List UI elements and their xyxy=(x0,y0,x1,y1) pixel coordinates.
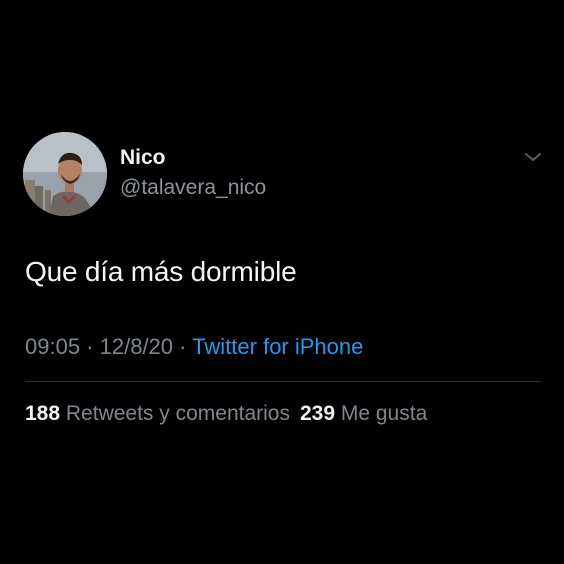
likes-label: Me gusta xyxy=(340,402,428,425)
tweet-text: Que día más dormible xyxy=(25,256,297,287)
divider xyxy=(25,381,541,382)
user-handle[interactable]: @talavera_nico xyxy=(120,176,266,200)
tweet-meta: 09:05 · 12/8/20 · Twitter for iPhone xyxy=(25,334,363,360)
display-name[interactable]: Nico xyxy=(120,146,166,170)
tweet-stats: 188 Retweets y comentarios 239 Me gusta xyxy=(25,401,427,427)
meta-separator-2: · xyxy=(173,334,193,359)
retweets-count: 188 xyxy=(25,402,61,425)
retweets-label: Retweets y comentarios xyxy=(65,402,290,425)
likes-count: 239 xyxy=(299,402,336,425)
profile-photo-icon xyxy=(23,132,107,216)
tweet-card: Nico @talavera_nico Que día más dormible… xyxy=(0,0,564,564)
tweet-source-link[interactable]: Twitter for iPhone xyxy=(192,334,363,359)
likes-stat[interactable]: 239 Me gusta xyxy=(300,402,427,425)
tweet-time: 09:05 xyxy=(25,334,81,359)
retweets-stat[interactable]: 188 Retweets y comentarios xyxy=(25,402,290,425)
chevron-down-icon[interactable] xyxy=(523,150,543,164)
avatar[interactable] xyxy=(23,132,107,216)
meta-separator: · xyxy=(80,334,100,359)
tweet-date[interactable]: 12/8/20 xyxy=(100,334,173,359)
